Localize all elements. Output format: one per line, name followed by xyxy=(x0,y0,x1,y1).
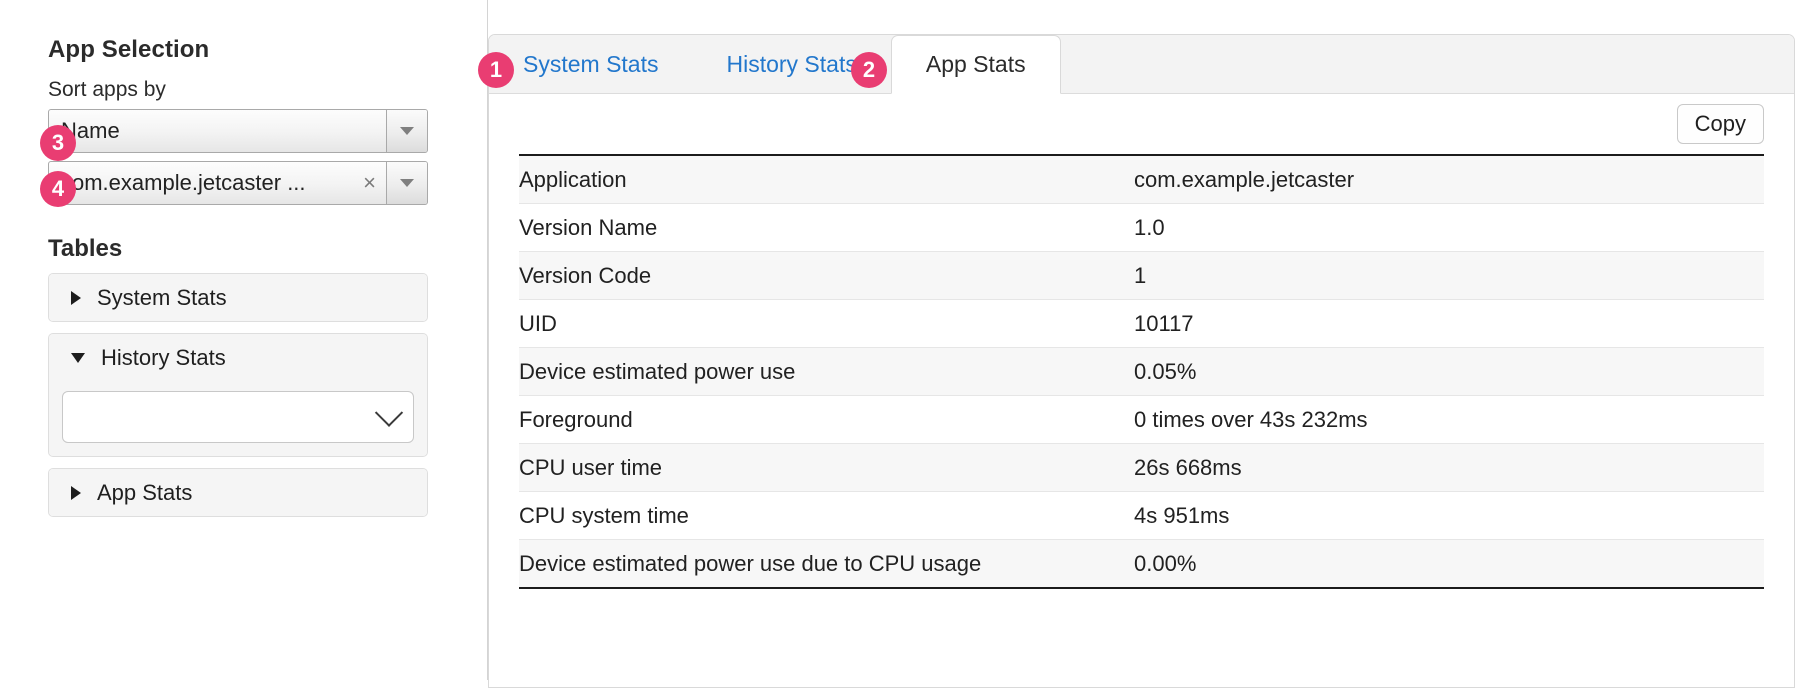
table-cell-key: CPU user time xyxy=(519,444,1134,492)
accordion-header-app-stats[interactable]: App Stats xyxy=(49,469,427,516)
accordion-label-system-stats: System Stats xyxy=(97,285,227,311)
copy-button[interactable]: Copy xyxy=(1677,104,1764,144)
table-row[interactable]: UID10117 xyxy=(519,300,1764,348)
app-package-dropdown-arrow[interactable] xyxy=(386,162,427,204)
app-stats-table-wrap: Applicationcom.example.jetcasterVersion … xyxy=(519,154,1764,589)
table-cell-key: Foreground xyxy=(519,396,1134,444)
triangle-down-icon xyxy=(71,353,85,363)
main-panel: System Stats History Stats App Stats Cop… xyxy=(488,0,1800,680)
annotation-badge: 2 xyxy=(851,52,887,88)
table-cell-value: 10117 xyxy=(1134,300,1764,348)
tab-strip: System Stats History Stats App Stats xyxy=(489,35,1794,94)
chevron-down-icon xyxy=(375,399,403,427)
accordion-header-history-stats[interactable]: History Stats xyxy=(49,334,427,381)
sidebar-title: App Selection xyxy=(48,36,487,64)
app-selection-sidebar: App Selection Sort apps by Name com.exam… xyxy=(0,0,488,680)
tab-content-app-stats: Copy Applicationcom.example.jetcasterVer… xyxy=(489,94,1794,589)
table-cell-key: Device estimated power use xyxy=(519,348,1134,396)
tab-label: History Stats xyxy=(726,51,856,78)
sort-apps-by-dropdown-arrow[interactable] xyxy=(386,110,427,152)
app-stats-table: Applicationcom.example.jetcasterVersion … xyxy=(519,156,1764,587)
table-toolbar: Copy xyxy=(489,94,1794,154)
table-row[interactable]: CPU user time26s 668ms xyxy=(519,444,1764,492)
accordion-body-history-stats xyxy=(49,381,427,456)
table-cell-value: 0.00% xyxy=(1134,540,1764,588)
tab-pane: System Stats History Stats App Stats Cop… xyxy=(488,34,1795,688)
sort-apps-by-value: Name xyxy=(49,118,386,144)
app-package-combobox[interactable]: com.example.jetcaster ... × xyxy=(48,161,428,205)
sort-apps-by-label: Sort apps by xyxy=(48,78,487,102)
accordion-app-stats: App Stats xyxy=(48,468,428,517)
table-cell-key: Version Name xyxy=(519,204,1134,252)
clear-icon[interactable]: × xyxy=(361,172,386,194)
tab-label: System Stats xyxy=(523,51,658,78)
accordion-history-stats: History Stats xyxy=(48,333,428,457)
sort-apps-by-combobox[interactable]: Name xyxy=(48,109,428,153)
triangle-down-icon xyxy=(400,127,414,135)
history-stats-select[interactable] xyxy=(62,391,414,443)
table-cell-key: Application xyxy=(519,156,1134,204)
table-row[interactable]: Device estimated power use0.05% xyxy=(519,348,1764,396)
table-cell-key: CPU system time xyxy=(519,492,1134,540)
table-cell-value: 0 times over 43s 232ms xyxy=(1134,396,1764,444)
triangle-down-icon xyxy=(400,179,414,187)
annotation-badge: 4 xyxy=(40,171,76,207)
table-cell-value: 4s 951ms xyxy=(1134,492,1764,540)
table-row[interactable]: Version Name1.0 xyxy=(519,204,1764,252)
table-cell-value: com.example.jetcaster xyxy=(1134,156,1764,204)
table-row[interactable]: CPU system time4s 951ms xyxy=(519,492,1764,540)
table-cell-key: UID xyxy=(519,300,1134,348)
annotation-badge: 1 xyxy=(478,52,514,88)
accordion-system-stats: System Stats xyxy=(48,273,428,322)
table-row[interactable]: Version Code1 xyxy=(519,252,1764,300)
triangle-right-icon xyxy=(71,486,81,500)
table-cell-key: Device estimated power use due to CPU us… xyxy=(519,540,1134,588)
table-cell-value: 26s 668ms xyxy=(1134,444,1764,492)
tab-app-stats[interactable]: App Stats xyxy=(891,35,1061,94)
accordion-label-history-stats: History Stats xyxy=(101,345,226,371)
app-package-value: com.example.jetcaster ... xyxy=(49,170,361,196)
tab-system-stats[interactable]: System Stats xyxy=(489,35,692,93)
table-row[interactable]: Device estimated power use due to CPU us… xyxy=(519,540,1764,588)
tab-label: App Stats xyxy=(926,51,1026,78)
table-cell-value: 1 xyxy=(1134,252,1764,300)
accordion-label-app-stats: App Stats xyxy=(97,480,192,506)
tables-section-title: Tables xyxy=(48,235,487,263)
triangle-right-icon xyxy=(71,291,81,305)
table-cell-value: 1.0 xyxy=(1134,204,1764,252)
accordion-header-system-stats[interactable]: System Stats xyxy=(49,274,427,321)
table-cell-key: Version Code xyxy=(519,252,1134,300)
table-row[interactable]: Applicationcom.example.jetcaster xyxy=(519,156,1764,204)
annotation-badge: 3 xyxy=(40,125,76,161)
table-cell-value: 0.05% xyxy=(1134,348,1764,396)
table-row[interactable]: Foreground0 times over 43s 232ms xyxy=(519,396,1764,444)
